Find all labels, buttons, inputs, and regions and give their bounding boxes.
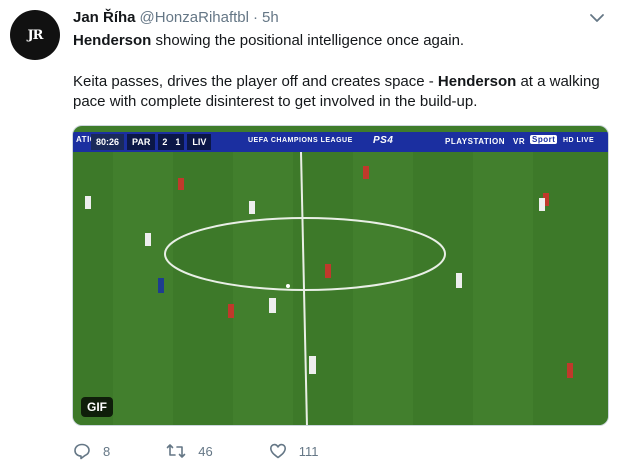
retweet-button[interactable]: 46 (166, 442, 213, 460)
ad-hd-text: HD LIVE (563, 137, 595, 144)
gif-media[interactable]: ATIO UEFA CHAMPIONS LEAGUE PS4 PLAYSTATI… (72, 125, 609, 426)
gif-badge: GIF (81, 397, 113, 417)
tweet-header: Jan Říha @HonzaRihaftbl · 5h (73, 9, 606, 29)
like-count: 111 (298, 443, 319, 459)
mention-henderson-1: Henderson (73, 32, 152, 49)
avatar-monogram: JR (27, 27, 44, 43)
ad-ucl-text: UEFA CHAMPIONS LEAGUE (248, 137, 353, 144)
timestamp[interactable]: 5h (262, 9, 279, 26)
tweet-text-line1: Henderson showing the positional intelli… (73, 31, 603, 51)
away-score: 1 (171, 134, 185, 150)
like-button[interactable]: 111 (269, 442, 319, 460)
tweet-text-rest1: showing the positional intelligence once… (151, 32, 465, 49)
ad-sport-text: Sport (530, 135, 558, 144)
ad-vr-text: VR (513, 137, 526, 146)
home-team: PAR (127, 134, 156, 150)
ad-ps4-text: PS4 (373, 135, 394, 146)
football-pitch (73, 126, 608, 425)
avatar[interactable]: JR (10, 10, 60, 60)
match-clock: 80:26 (91, 134, 125, 150)
retweet-count: 46 (198, 443, 213, 459)
author-handle[interactable]: @HonzaRihaftbl (140, 9, 249, 26)
reply-icon (74, 443, 90, 460)
tweet-text-line2: Keita passes, drives the player off and … (73, 72, 613, 112)
retweet-icon (166, 444, 186, 458)
separator-dot: · (252, 9, 258, 26)
reply-count: 8 (103, 443, 111, 459)
tweet-actions: 8 46 111 (73, 442, 374, 460)
away-team: LIV (187, 134, 212, 150)
mention-henderson-2: Henderson (437, 73, 517, 90)
tweet-text-start2: Keita passes, drives the player off and … (73, 73, 438, 90)
chevron-down-icon[interactable] (588, 11, 606, 25)
ad-playstation-text: PLAYSTATION (445, 137, 506, 146)
heart-icon (269, 443, 286, 459)
author-name[interactable]: Jan Říha (73, 9, 136, 26)
reply-button[interactable]: 8 (73, 442, 110, 460)
scorebug: 80:26 PAR 2 1 LIV (91, 134, 212, 150)
home-score: 2 (158, 134, 172, 150)
